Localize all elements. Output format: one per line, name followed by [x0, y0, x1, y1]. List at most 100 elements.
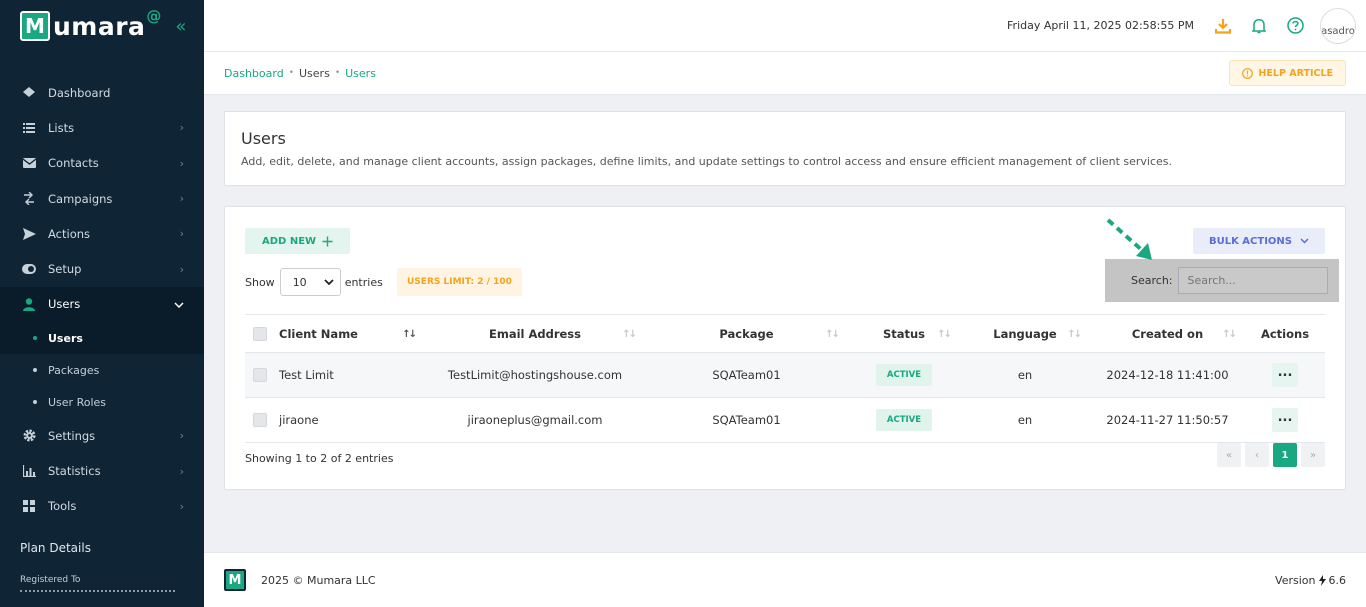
sidebar-item-label: Campaigns — [48, 191, 113, 206]
sidebar-item-actions[interactable]: Actions › — [0, 216, 204, 251]
client-name-cell: jiraone — [275, 397, 425, 443]
status-badge: ACTIVE — [875, 409, 933, 431]
help-article-button[interactable]: HELP ARTICLE — [1229, 60, 1346, 86]
column-header-client-name[interactable]: Client Name ↑↓ — [275, 314, 425, 353]
entries-value: 10 — [292, 275, 307, 289]
search-label: Search: — [1131, 274, 1173, 287]
select-all-checkbox[interactable] — [253, 326, 267, 341]
sidebar-item-setup[interactable]: Setup › — [0, 251, 204, 286]
column-header-language[interactable]: Language ↑↓ — [960, 314, 1090, 353]
sidebar-item-statistics[interactable]: Statistics › — [0, 453, 204, 488]
logo-text: umara — [53, 11, 146, 41]
sidebar-item-lists[interactable]: Lists › — [0, 110, 204, 145]
bar-chart-icon — [22, 464, 36, 478]
sidebar-item-campaigns[interactable]: Campaigns › — [0, 181, 204, 216]
add-new-label: ADD NEW — [262, 235, 317, 247]
sidebar-item-contacts[interactable]: Contacts › — [0, 146, 204, 181]
table-header-row: Client Name ↑↓ Email Address ↑↓ Package ↑↓ … — [245, 314, 1325, 353]
table-row: Test Limit TestLimit@hostingshouse.com S… — [245, 352, 1325, 398]
sidebar-item-settings[interactable]: Settings › — [0, 418, 204, 453]
column-header-package[interactable]: Package ↑↓ — [645, 314, 848, 353]
bullet-icon — [33, 368, 37, 373]
select-all-header — [245, 314, 275, 353]
chevron-down-icon — [174, 298, 184, 311]
column-header-created-on[interactable]: Created on ↑↓ — [1090, 314, 1245, 353]
gear-icon — [22, 429, 36, 443]
entries-select[interactable]: 10 — [279, 268, 341, 296]
avatar[interactable]: asadro — [1320, 7, 1356, 44]
bell-icon[interactable] — [1248, 15, 1270, 37]
row-actions-button[interactable]: ... — [1272, 408, 1298, 432]
footer: M 2025 © Mumara LLC Version 6.6 — [204, 552, 1366, 607]
row-checkbox[interactable] — [253, 413, 267, 428]
collapse-sidebar-icon[interactable]: « — [175, 16, 186, 37]
chevron-down-icon — [324, 279, 334, 285]
previous-page-button[interactable]: ‹ — [1245, 443, 1269, 467]
version-label: Version — [1275, 573, 1316, 587]
created-on-cell: 2024-11-27 11:50:57 — [1090, 397, 1245, 443]
column-header-status[interactable]: Status ↑↓ — [848, 314, 960, 353]
sort-icon: ↑↓ — [1067, 329, 1082, 340]
chevron-right-icon: › — [179, 156, 184, 170]
sidebar-subitem-user-roles[interactable]: User Roles — [0, 386, 204, 418]
search-area: Search: — [1105, 259, 1339, 302]
sidebar-item-dashboard[interactable]: Dashboard — [0, 75, 204, 110]
version-info: Version 6.6 — [1275, 574, 1346, 587]
sidebar-subitem-label: Users — [48, 331, 83, 345]
sidebar-item-label: Dashboard — [48, 85, 111, 100]
row-actions-button[interactable]: ... — [1272, 363, 1298, 387]
sidebar-item-tools[interactable]: Tools › — [0, 489, 204, 524]
sidebar: M umara @ « Dashboard Lists › Contacts ›… — [0, 0, 204, 607]
top-bar: Friday April 11, 2025 02:58:55 PM asadro — [204, 0, 1366, 52]
version-number: 6.6 — [1328, 573, 1347, 587]
sort-icon: ↑↓ — [825, 329, 840, 340]
bulk-actions-label: BULK ACTIONS — [1208, 235, 1292, 247]
sort-icon: ↑↓ — [1222, 329, 1237, 340]
annotation-arrow-icon — [1106, 218, 1152, 260]
send-icon — [22, 227, 36, 241]
sidebar-item-label: Actions — [48, 226, 91, 241]
breadcrumb-dashboard[interactable]: Dashboard — [224, 67, 284, 80]
sidebar-item-label: Settings — [48, 428, 96, 443]
sidebar-subitem-label: Packages — [48, 363, 100, 377]
grid-icon — [22, 499, 36, 513]
created-on-cell: 2024-12-18 11:41:00 — [1090, 352, 1245, 398]
sidebar-item-label: Users — [48, 297, 81, 312]
breadcrumb: Dashboard • Users • Users HELP ARTICLE — [204, 52, 1366, 95]
column-header-actions: Actions — [1245, 314, 1325, 353]
add-new-button[interactable]: ADD NEW — [245, 228, 351, 254]
copyright: 2025 © Mumara LLC — [261, 573, 376, 587]
table-row: jiraone jiraoneplus@gmail.com SQATeam01 … — [245, 397, 1325, 443]
bulk-actions-button[interactable]: BULK ACTIONS — [1192, 228, 1325, 254]
email-cell: TestLimit@hostingshouse.com — [425, 352, 645, 398]
entries-label: entries — [344, 275, 383, 289]
download-icon[interactable] — [1212, 15, 1234, 37]
search-input[interactable] — [1177, 267, 1328, 294]
dashboard-icon — [22, 86, 36, 100]
pagination: « ‹ 1 » — [1217, 443, 1325, 467]
chevron-right-icon: › — [179, 429, 184, 443]
sidebar-subitem-packages[interactable]: Packages — [0, 354, 204, 386]
chevron-right-icon: › — [179, 262, 184, 276]
sort-icon: ↑↓ — [402, 329, 417, 340]
bullet-icon — [33, 336, 37, 341]
help-icon[interactable] — [1284, 15, 1306, 37]
logo-mark: M — [20, 11, 50, 41]
registered-to-value — [20, 590, 175, 596]
first-page-button[interactable]: « — [1217, 443, 1241, 467]
help-article-label: HELP ARTICLE — [1258, 67, 1333, 79]
sort-icon: ↑↓ — [937, 329, 952, 340]
page-button[interactable]: 1 — [1273, 443, 1297, 467]
column-header-email[interactable]: Email Address ↑↓ — [425, 314, 645, 353]
breadcrumb-users-current[interactable]: Users — [345, 67, 376, 80]
sidebar-subitem-users[interactable]: Users — [0, 322, 204, 355]
row-checkbox[interactable] — [253, 368, 267, 383]
show-label: Show — [245, 275, 275, 289]
sidebar-nav: Dashboard Lists › Contacts › Campaigns ›… — [0, 75, 204, 524]
table-info: Showing 1 to 2 of 2 entries — [245, 452, 394, 465]
next-page-button[interactable]: » — [1301, 443, 1325, 467]
envelope-icon — [22, 156, 36, 170]
entries-selector: Show 10 entries — [245, 268, 383, 296]
sidebar-item-users[interactable]: Users — [0, 286, 204, 323]
page-description: Add, edit, delete, and manage client acc… — [241, 155, 1173, 168]
